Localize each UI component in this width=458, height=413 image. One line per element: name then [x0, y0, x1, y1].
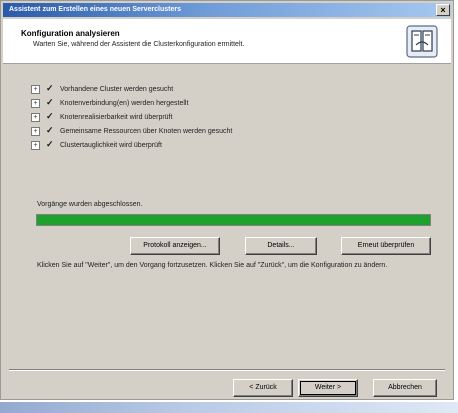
check-icon: ✓	[46, 83, 54, 93]
expand-icon[interactable]: +	[31, 112, 40, 122]
step-label: Knotenrealisierbarkeit wird überprüft	[60, 114, 173, 121]
analysis-step-list: + ✓ Vorhandene Cluster werden gesucht + ✓ Kn…	[31, 81, 232, 151]
check-icon: ✓	[46, 139, 54, 149]
next-button[interactable]: Weiter >	[298, 379, 358, 397]
step-item[interactable]: + ✓ Vorhandene Cluster werden gesucht	[31, 81, 232, 95]
wizard-header: Konfiguration analysieren Warten Sie, wä…	[3, 19, 451, 64]
cluster-wizard-icon	[406, 25, 438, 58]
step-item[interactable]: + ✓ Knotenverbindung(en) werden hergestell…	[31, 95, 232, 109]
view-log-button[interactable]: Protokoll anzeigen...	[130, 237, 220, 255]
step-item[interactable]: + ✓ Gemeinsame Ressourcen über Knoten werd…	[31, 123, 232, 137]
details-button[interactable]: Details...	[245, 237, 317, 255]
wizard-window: Assistent zum Erstellen eines neuen Serv…	[0, 0, 454, 400]
check-icon: ✓	[46, 111, 54, 121]
expand-icon[interactable]: +	[31, 140, 40, 150]
title-bar: Assistent zum Erstellen eines neuen Serv…	[3, 3, 451, 17]
back-button[interactable]: < Zurück	[233, 379, 293, 397]
taskbar-strip	[0, 402, 458, 413]
step-label: Knotenverbindung(en) werden hergestellt	[60, 100, 189, 107]
step-item[interactable]: + ✓ Knotenrealisierbarkeit wird überprüft	[31, 109, 232, 123]
page-title: Konfiguration analysieren	[21, 29, 120, 38]
expand-icon[interactable]: +	[31, 98, 40, 108]
reanalyze-button[interactable]: Erneut überprüfen	[341, 237, 431, 255]
progress-label: Vorgänge wurden abgeschlossen.	[37, 201, 143, 208]
check-icon: ✓	[46, 125, 54, 135]
footer-divider	[9, 369, 445, 371]
cancel-button[interactable]: Abbrechen	[373, 379, 437, 397]
expand-icon[interactable]: +	[31, 126, 40, 136]
window-title: Assistent zum Erstellen eines neuen Serv…	[9, 6, 181, 13]
step-label: Clustertauglichkeit wird überprüft	[60, 142, 162, 149]
progress-bar	[36, 214, 431, 226]
expand-icon[interactable]: +	[31, 84, 40, 94]
instruction-text: Klicken Sie auf "Weiter", um den Vorgang…	[37, 262, 388, 269]
step-label: Gemeinsame Ressourcen über Knoten werden…	[60, 128, 233, 135]
step-item[interactable]: + ✓ Clustertauglichkeit wird überprüft	[31, 137, 232, 151]
progress-fill	[37, 215, 430, 225]
check-icon: ✓	[46, 97, 54, 107]
page-subtitle: Warten Sie, während der Assistent die Cl…	[33, 41, 245, 48]
close-button[interactable]: ×	[436, 4, 450, 16]
step-label: Vorhandene Cluster werden gesucht	[60, 86, 174, 93]
